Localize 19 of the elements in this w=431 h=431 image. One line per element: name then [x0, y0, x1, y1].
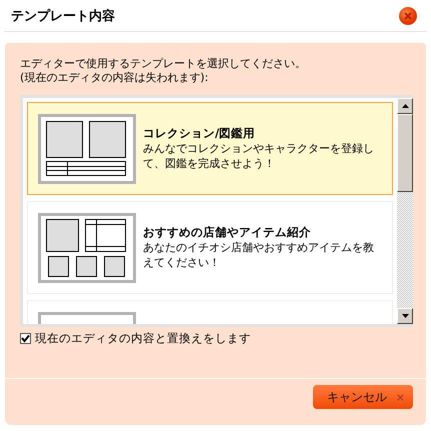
template-title: おすすめの店舗やアイテム紹介: [143, 225, 312, 240]
checkbox[interactable]: [20, 333, 31, 344]
template-item[interactable]: おすすめの店舗やアイテム紹介 あなたのイチオシ店舗やおすすめアイテムを教えてください！: [27, 201, 393, 294]
close-icon[interactable]: [399, 6, 417, 24]
down-arrow-icon: [402, 314, 408, 318]
scroll-thumb[interactable]: [397, 114, 413, 192]
instruction-text: (現在のエディタの内容は失われます):: [20, 71, 210, 85]
checkbox-label: 現在のエディタの内容と置換えをします: [35, 331, 251, 346]
template-description: あなたのイチオシ店舗やおすすめアイテムを教えてください！: [143, 240, 375, 270]
instruction-text: エディターで使用するテンプレートを選択してください。: [20, 57, 307, 71]
template-title: コレクション/図鑑用: [143, 126, 256, 141]
scroll-down-button[interactable]: [397, 308, 413, 324]
scroll-up-button[interactable]: [397, 98, 413, 114]
template-description: みんなでコレクションやキャラクターを登録して、図鑑を完成させよう！: [143, 141, 375, 171]
template-item[interactable]: コレクション/図鑑用 みんなでコレクションやキャラクターを登録して、図鑑を完成させよう！: [27, 102, 393, 195]
window-title: テンプレート内容: [11, 8, 115, 24]
up-arrow-icon: [402, 104, 408, 108]
cancel-button[interactable]: キャンセル ×: [313, 385, 413, 409]
scrollbar[interactable]: [397, 98, 413, 324]
